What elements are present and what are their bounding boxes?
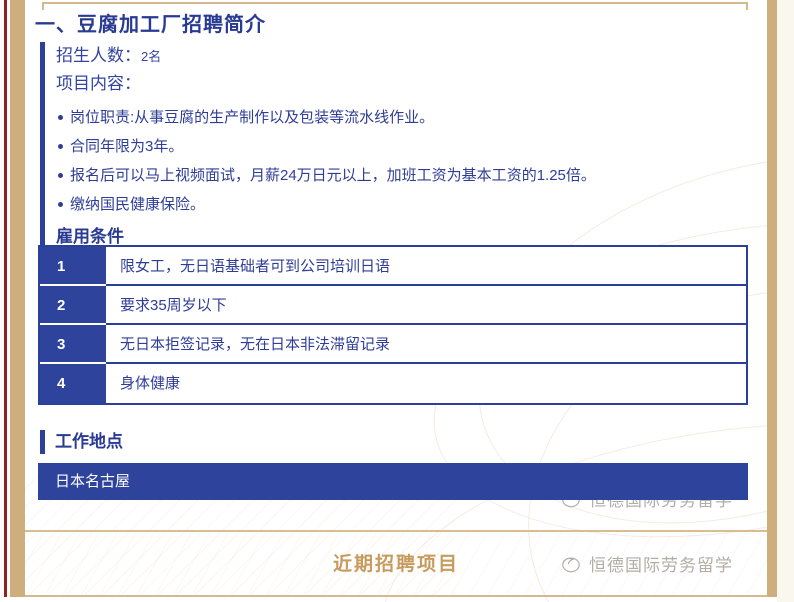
right-cream-strip bbox=[777, 0, 794, 602]
intro-block: 招生人数：2名 项目内容： 岗位职责:从事豆腐的生产制作以及包装等流水线作业。 … bbox=[40, 42, 748, 249]
recruitment-flyer-page: 一、豆腐加工厂招聘简介 招生人数：2名 项目内容： 岗位职责:从事豆腐的生产制作… bbox=[0, 0, 794, 602]
row-number-cell: 1 bbox=[40, 247, 106, 286]
row-number-cell: 3 bbox=[40, 325, 106, 364]
watermark-text: 恒德国际劳务留学 bbox=[589, 551, 733, 576]
section-title: 一、豆腐加工厂招聘简介 bbox=[35, 8, 266, 37]
table-row: 1 限女工，无日语基础者可到公司培训日语 bbox=[40, 247, 746, 286]
recruit-count-label: 招生人数： bbox=[56, 46, 141, 65]
list-item: 报名后可以马上视频面试，月薪24万日元以上，加班工资为基本工资的1.25倍。 bbox=[56, 161, 748, 190]
left-maroon-edge-line bbox=[4, 0, 7, 597]
location-heading: 工作地点 bbox=[40, 430, 123, 454]
conditions-table: 1 限女工，无日语基础者可到公司培训日语 2 要求35周岁以下 3 无日本拒签记… bbox=[38, 245, 748, 405]
section-divider-line bbox=[25, 530, 767, 532]
row-text-cell: 身体健康 bbox=[106, 364, 746, 403]
list-item: 合同年限为3年。 bbox=[56, 132, 748, 161]
previous-box-border bbox=[42, 2, 748, 4]
table-row: 3 无日本拒签记录，无在日本非法滞留记录 bbox=[40, 325, 746, 364]
bottom-border-line bbox=[25, 595, 767, 597]
job-detail-list: 岗位职责:从事豆腐的生产制作以及包装等流水线作业。 合同年限为3年。 报名后可以… bbox=[56, 103, 748, 219]
list-item: 岗位职责:从事豆腐的生产制作以及包装等流水线作业。 bbox=[56, 103, 748, 132]
row-text-cell: 要求35周岁以下 bbox=[106, 286, 746, 323]
recruit-count-value: 2名 bbox=[141, 49, 161, 64]
table-row: 2 要求35周岁以下 bbox=[40, 286, 746, 325]
recruit-count-line: 招生人数：2名 bbox=[56, 42, 748, 70]
watermark: 恒德国际劳务留学 bbox=[560, 551, 733, 576]
previous-box-border-stub bbox=[746, 2, 748, 10]
table-row: 4 身体健康 bbox=[40, 364, 746, 403]
list-item: 缴纳国民健康保险。 bbox=[56, 190, 748, 219]
row-number-cell: 2 bbox=[40, 286, 106, 325]
right-tan-bar bbox=[767, 0, 777, 597]
row-text-cell: 无日本拒签记录，无在日本非法滞留记录 bbox=[106, 325, 746, 362]
hengde-logo-icon bbox=[560, 554, 582, 574]
row-text-cell: 限女工，无日语基础者可到公司培训日语 bbox=[106, 247, 746, 284]
location-banner: 日本名古屋 bbox=[38, 463, 748, 500]
row-number-cell: 4 bbox=[40, 364, 106, 403]
content-label: 项目内容： bbox=[56, 70, 748, 97]
left-tan-bar bbox=[10, 0, 25, 597]
